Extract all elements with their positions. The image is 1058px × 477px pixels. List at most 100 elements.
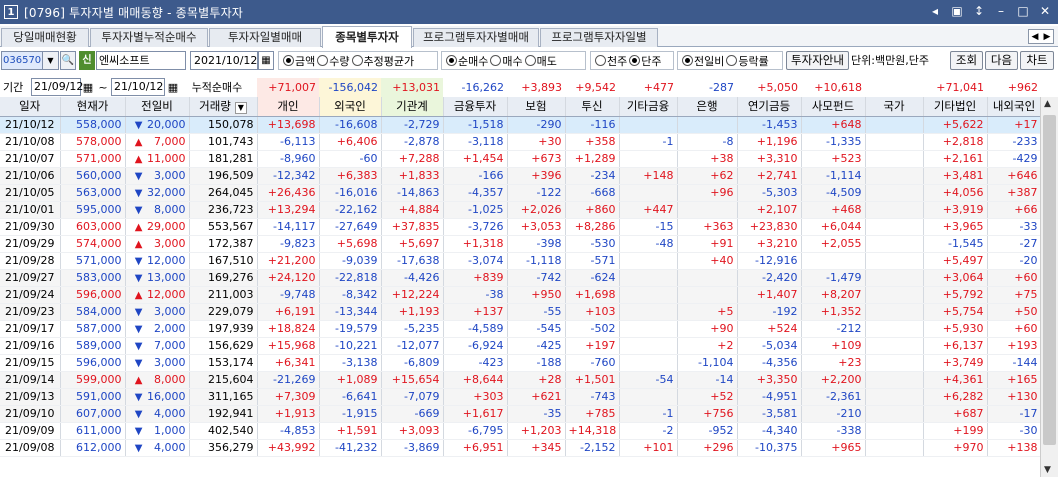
table-row[interactable]: 21/09/29 574,000 ▲ 3,000 172,387 -9,823 +5,698…	[0, 235, 1040, 253]
scroll-down-icon[interactable]: ▼	[1044, 465, 1051, 475]
table-row[interactable]: 21/09/28 571,000 ▼ 12,000 167,510 +21,200 -9,0…	[0, 252, 1040, 270]
column-header[interactable]: 사모펀드	[801, 97, 866, 117]
column-header[interactable]: 전일비	[125, 97, 190, 117]
price-cell: 591,000	[60, 388, 126, 406]
column-header[interactable]: 기타법인	[923, 97, 988, 117]
tab-scroll[interactable]: ◀ ▶	[1028, 29, 1054, 44]
table-row[interactable]: 21/09/24 596,000 ▲ 12,000 211,003 -9,748 -8,34…	[0, 286, 1040, 304]
column-header[interactable]: 거래량 ▼	[189, 97, 258, 117]
radio-thousand-shares[interactable]	[595, 55, 606, 66]
volume-cell: 211,003	[189, 286, 258, 304]
code-dropdown-icon[interactable]: ▼	[43, 51, 59, 70]
column-header[interactable]: 투신	[565, 97, 620, 117]
radio-single-shares[interactable]	[629, 55, 641, 66]
vertical-scrollbar[interactable]: ▲ ▼	[1040, 97, 1058, 477]
table-row[interactable]: 21/09/15 596,000 ▼ 3,000 153,174 +6,341 -3,138…	[0, 354, 1040, 372]
column-header[interactable]: 외국인	[319, 97, 382, 117]
table-row[interactable]: 21/10/08 578,000 ▲ 7,000 101,743 -6,113 +6,406…	[0, 133, 1040, 151]
table-row[interactable]: 21/09/23 584,000 ▼ 3,000 229,079 +6,191 -13,34…	[0, 303, 1040, 321]
calendar-icon[interactable]: ▦	[258, 51, 274, 70]
table-row[interactable]: 21/09/30 603,000 ▲ 29,000 553,567 -14,117 -27,…	[0, 218, 1040, 236]
investor-value-cell: -5,303	[737, 184, 802, 202]
table-row[interactable]: 21/09/16 589,000 ▼ 7,000 156,629 +15,968 -10,2…	[0, 337, 1040, 355]
radio-prevday[interactable]	[682, 55, 693, 66]
search-icon[interactable]: 🔍	[60, 51, 76, 70]
table-row[interactable]: 21/09/14 599,000 ▲ 8,000 215,604 -21,269 +1,08…	[0, 371, 1040, 389]
investor-value-cell: +5,697	[381, 235, 444, 253]
tab-investor-daily[interactable]: 투자자일별매매	[209, 28, 321, 47]
change-value: 3,000	[154, 237, 186, 250]
investor-value-cell: -4,509	[801, 184, 866, 202]
column-header[interactable]: 보험	[507, 97, 566, 117]
investor-value-cell: -27,649	[319, 218, 382, 236]
investor-value-cell	[619, 337, 678, 355]
table-row[interactable]: 21/09/09 611,000 ▼ 1,000 402,540 -4,853 +1,591…	[0, 422, 1040, 440]
column-header[interactable]: 현재가	[60, 97, 126, 117]
radio-amount[interactable]	[283, 55, 294, 66]
tab-daily-status[interactable]: 당일매매현황	[1, 28, 89, 47]
link-icon[interactable]: ↕	[972, 4, 986, 18]
investor-value-cell: -30	[987, 422, 1040, 440]
tab-left-icon[interactable]: ◀	[1032, 32, 1039, 42]
table-row[interactable]: 21/09/17 587,000 ▼ 2,000 197,939 +18,824 -19,5…	[0, 320, 1040, 338]
column-header[interactable]: 은행	[677, 97, 738, 117]
column-header[interactable]: 연기금등	[737, 97, 802, 117]
radio-netbuy[interactable]	[446, 55, 457, 66]
radio-buy[interactable]	[490, 55, 502, 66]
table-row[interactable]: 21/09/27 583,000 ▼ 13,000 169,276 +24,120 -22,…	[0, 269, 1040, 287]
table-row[interactable]: 21/09/13 591,000 ▼ 16,000 311,165 +7,309 -6,64…	[0, 388, 1040, 406]
table-row[interactable]: 21/10/07 571,000 ▲ 11,000 181,281 -8,960 -60 +7…	[0, 150, 1040, 168]
close-icon[interactable]: ✕	[1038, 4, 1052, 18]
investor-value-cell: -429	[987, 150, 1040, 168]
column-header[interactable]: 국가	[865, 97, 924, 117]
query-button[interactable]: 조회	[950, 51, 983, 70]
column-header[interactable]: 금융투자	[443, 97, 508, 117]
stock-code-input[interactable]: 036570	[1, 51, 43, 70]
tab-cumulative[interactable]: 투자자별누적순매수	[90, 28, 208, 47]
cumulative-value: -16,262	[461, 81, 504, 94]
tab-program-investor[interactable]: 프로그램투자자별매매	[413, 28, 539, 47]
tab-stock-investor[interactable]: 종목별투자자	[322, 26, 412, 48]
next-button[interactable]: 다음	[985, 51, 1018, 70]
screen-icon[interactable]: ▣	[950, 4, 964, 18]
investor-value-cell: +363	[677, 218, 738, 236]
radio-rate[interactable]	[726, 55, 738, 66]
investor-value-cell: +3,210	[737, 235, 802, 253]
price-cell: 603,000	[60, 218, 126, 236]
scroll-thumb[interactable]	[1043, 115, 1056, 445]
column-header[interactable]: 내외국인	[987, 97, 1040, 117]
query-date-input[interactable]: 2021/10/12	[190, 51, 258, 70]
window-number: 1	[4, 5, 18, 19]
column-header[interactable]: 일자	[0, 97, 61, 117]
minimize-icon[interactable]: –	[994, 4, 1008, 18]
volume-cell: 264,045	[189, 184, 258, 202]
price-cell: 571,000	[60, 252, 126, 270]
radio-sell[interactable]	[524, 55, 536, 66]
radio-quantity[interactable]	[317, 55, 329, 66]
radio-avgprice[interactable]	[351, 55, 363, 66]
table-row[interactable]: 21/10/01 595,000 ▼ 8,000 236,723 +13,294 -22,1…	[0, 201, 1040, 219]
table-row[interactable]: 21/10/06 560,000 ▼ 3,000 196,509 -12,342 +6,38…	[0, 167, 1040, 185]
investor-guide-button[interactable]: 투자자안내	[786, 51, 849, 70]
tab-right-icon[interactable]: ▶	[1044, 32, 1051, 42]
column-header[interactable]: 기관계	[381, 97, 444, 117]
table-row[interactable]: 21/09/10 607,000 ▼ 4,000 192,941 +1,913 -1,915…	[0, 405, 1040, 423]
table-row[interactable]: 21/09/08 612,000 ▼ 4,000 356,279 +43,992 -41,2…	[0, 439, 1040, 457]
change-cell: ▼ 16,000	[125, 388, 190, 406]
table-row[interactable]: 21/10/05 563,000 ▼ 32,000 264,045 +26,436 -16,…	[0, 184, 1040, 202]
column-header[interactable]: 개인	[257, 97, 320, 117]
scroll-up-icon[interactable]: ▲	[1044, 99, 1051, 109]
date-cell: 21/09/14	[0, 371, 61, 389]
investor-value-cell: -12,077	[381, 337, 444, 355]
table-header: 일자 현재가 전일비 거래량 ▼ 개인 외국인 기관계 금융투자 보험 투신 기타금융 은행 연기금등 사모…	[0, 97, 1040, 117]
investor-value-cell: +1,617	[443, 405, 508, 423]
investor-value-cell: +109	[801, 337, 866, 355]
maximize-icon[interactable]: □	[1016, 4, 1030, 18]
tab-program-daily[interactable]: 프로그램투자자일별	[540, 28, 658, 47]
table-row[interactable]: 21/10/12 558,000 ▼ 20,000 150,078 +13,698 -16,…	[0, 116, 1040, 134]
prev-icon[interactable]: ◂	[928, 4, 942, 18]
investor-value-cell: -60	[319, 150, 382, 168]
sort-dropdown-icon[interactable]: ▼	[234, 102, 247, 115]
column-header[interactable]: 기타금융	[619, 97, 678, 117]
chart-button[interactable]: 차트	[1020, 51, 1054, 70]
